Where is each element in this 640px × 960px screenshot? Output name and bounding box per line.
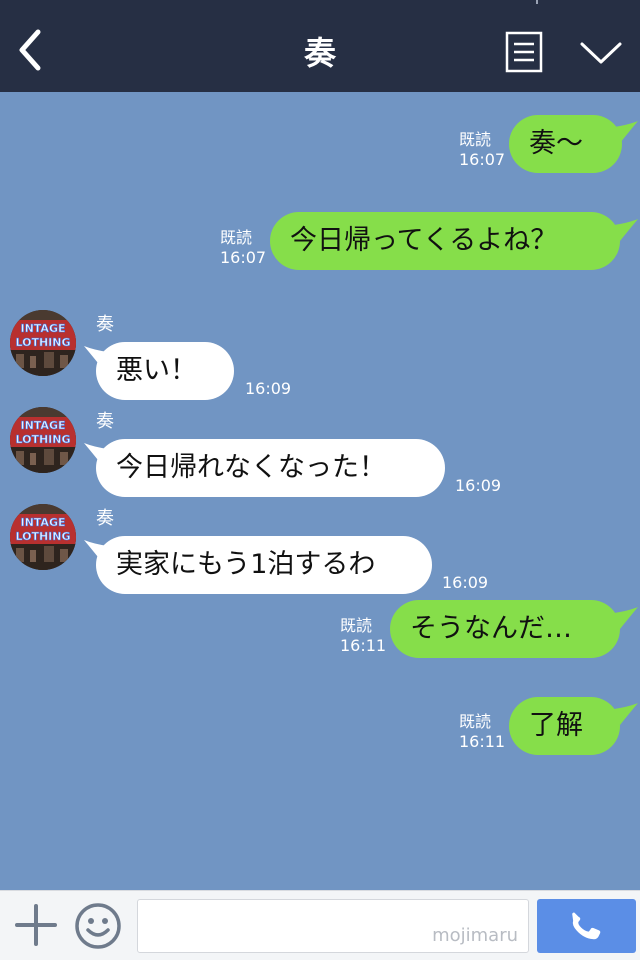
message-input[interactable]: mojimaru xyxy=(137,899,529,953)
input-bar: mojimaru xyxy=(0,890,640,960)
message-bubble[interactable]: 了解 xyxy=(509,697,620,755)
message-text: 今日帰れなくなった！ xyxy=(116,452,386,483)
sent-message: 既読 16:11 そうなんだ… xyxy=(0,592,640,692)
message-bubble[interactable]: 今日帰ってくるよね？ xyxy=(270,212,620,270)
read-label: 既読 xyxy=(459,130,492,149)
call-button[interactable] xyxy=(537,899,636,953)
chat-header: 奏 xyxy=(0,0,640,92)
sent-message: 既読 16:07 今日帰ってくるよね？ xyxy=(0,192,640,292)
message-bubble[interactable]: 実家にもう1泊するわ xyxy=(96,536,432,594)
menu-list-icon xyxy=(505,31,543,73)
message-text: 了解 xyxy=(529,710,583,741)
message-time: 16:09 xyxy=(455,476,502,495)
sent-message: 既読 16:07 奏〜 xyxy=(0,92,640,192)
message-text: 奏〜 xyxy=(529,128,583,159)
smiley-icon xyxy=(75,903,121,949)
message-bubble[interactable]: そうなんだ… xyxy=(390,600,620,658)
avatar-text-line1: INTAGE xyxy=(20,516,65,529)
chevron-down-icon xyxy=(580,42,622,64)
message-bubble[interactable]: 奏〜 xyxy=(509,115,622,173)
read-label: 既読 xyxy=(459,712,492,731)
avatar-text-line1: INTAGE xyxy=(20,322,65,335)
message-time: 16:07 xyxy=(459,150,506,169)
message-bubble[interactable]: 今日帰れなくなった！ xyxy=(96,439,445,497)
message-time: 16:09 xyxy=(442,573,489,592)
read-receipt: 既読 16:11 xyxy=(340,616,386,656)
back-button[interactable] xyxy=(14,28,48,72)
sender-name: 奏 xyxy=(96,314,114,335)
message-time: 16:11 xyxy=(340,636,387,655)
avatar-image: INTAGE LOTHING xyxy=(10,407,76,473)
avatar-text-line2: LOTHING xyxy=(15,433,70,446)
avatar-text-line2: LOTHING xyxy=(15,336,70,349)
plus-icon xyxy=(15,904,57,946)
chat-area[interactable]: 既読 16:07 奏〜 既読 16:07 今日帰ってくるよね？ INTAGE L… xyxy=(0,92,640,890)
add-button[interactable] xyxy=(14,903,58,947)
sent-message: 既読 16:11 了解 xyxy=(0,692,640,792)
read-receipt: 既読 16:07 xyxy=(459,130,505,170)
avatar-text-line1: INTAGE xyxy=(20,419,65,432)
avatar-text-line2: LOTHING xyxy=(15,530,70,543)
received-message: INTAGE LOTHING 奏 今日帰れなくなった！ 16:09 xyxy=(0,399,640,499)
message-text: 実家にもう1泊するわ xyxy=(116,549,376,580)
menu-button[interactable] xyxy=(505,31,543,73)
read-receipt: 既読 16:11 xyxy=(459,712,505,752)
status-bar-fragment xyxy=(536,0,538,4)
message-text: 今日帰ってくるよね？ xyxy=(290,225,558,256)
phone-icon xyxy=(572,912,601,940)
message-bubble[interactable]: 悪い！ xyxy=(96,342,234,400)
avatar-image: INTAGE LOTHING xyxy=(10,504,76,570)
chat-title: 奏 xyxy=(303,34,336,72)
emoji-button[interactable] xyxy=(74,902,122,950)
avatar[interactable]: INTAGE LOTHING xyxy=(10,504,76,570)
avatar[interactable]: INTAGE LOTHING xyxy=(10,310,76,376)
collapse-button[interactable] xyxy=(578,38,624,68)
message-text: 悪い！ xyxy=(116,355,197,386)
message-text: そうなんだ… xyxy=(410,613,572,644)
read-label: 既読 xyxy=(220,228,253,247)
read-receipt: 既読 16:07 xyxy=(220,228,266,268)
message-time: 16:07 xyxy=(220,248,267,267)
avatar[interactable]: INTAGE LOTHING xyxy=(10,407,76,473)
message-time: 16:09 xyxy=(245,379,292,398)
sender-name: 奏 xyxy=(96,508,114,529)
avatar-image: INTAGE LOTHING xyxy=(10,310,76,376)
sender-name: 奏 xyxy=(96,411,114,432)
received-message: INTAGE LOTHING 奏 実家にもう1泊するわ 16:09 xyxy=(0,496,640,596)
received-message: INTAGE LOTHING 奏 悪い！ 16:09 xyxy=(0,302,640,402)
message-time: 16:11 xyxy=(459,732,506,751)
read-label: 既読 xyxy=(340,616,373,635)
watermark-text: mojimaru xyxy=(432,925,518,946)
chevron-left-icon xyxy=(19,29,41,71)
